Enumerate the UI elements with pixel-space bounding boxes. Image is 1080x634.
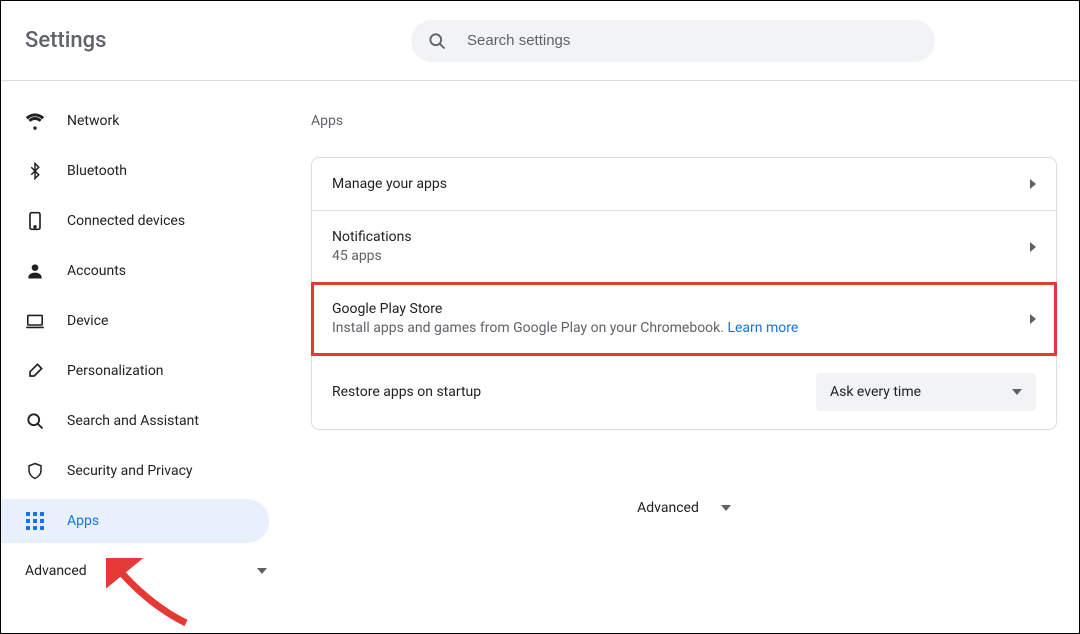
restore-apps-select[interactable]: Ask every time [816,373,1036,411]
sidebar-item-label: Network [67,113,119,129]
sidebar-item-label: Accounts [67,263,126,279]
section-title: Apps [311,113,1057,129]
sidebar-item-label: Bluetooth [67,163,127,179]
row-title: Notifications [332,229,1030,245]
brush-icon [25,361,45,381]
search-box[interactable] [411,20,935,62]
search-icon [427,31,447,51]
row-title: Restore apps on startup [332,384,816,400]
main-advanced-toggle[interactable]: Advanced [311,500,1057,516]
apps-icon [25,511,45,531]
chevron-down-icon [721,505,731,511]
page-title: Settings [25,28,106,53]
sidebar-item-label: Connected devices [67,213,185,229]
main-content: Apps Manage your apps Notifications 45 a… [281,81,1079,633]
sidebar-item-security-privacy[interactable]: Security and Privacy [1,449,281,493]
wifi-icon [25,111,45,131]
learn-more-link[interactable]: Learn more [727,320,798,336]
sidebar-item-device[interactable]: Device [1,299,281,343]
row-restore-apps: Restore apps on startup Ask every time [312,355,1056,429]
sidebar-item-label: Device [67,313,108,329]
row-notifications[interactable]: Notifications 45 apps [312,211,1056,283]
sidebar-advanced-toggle[interactable]: Advanced [1,549,281,593]
phone-icon [25,211,45,231]
advanced-label: Advanced [25,563,87,579]
bluetooth-icon [25,161,45,181]
row-subtitle: 45 apps [332,248,1030,264]
sidebar-item-search-assistant[interactable]: Search and Assistant [1,399,281,443]
sidebar-item-bluetooth[interactable]: Bluetooth [1,149,281,193]
chevron-right-icon [1030,179,1036,189]
sidebar-item-apps[interactable]: Apps [1,499,269,543]
sidebar-item-network[interactable]: Network [1,99,281,143]
sidebar: Network Bluetooth Connected devices Acco… [1,81,281,633]
sidebar-item-connected-devices[interactable]: Connected devices [1,199,281,243]
chevron-down-icon [257,568,267,574]
sidebar-item-personalization[interactable]: Personalization [1,349,281,393]
sidebar-item-label: Search and Assistant [67,413,199,429]
chevron-down-icon [1012,389,1022,395]
header: Settings [1,1,1079,81]
sidebar-item-label: Apps [67,513,99,529]
select-value: Ask every time [830,384,921,400]
row-subtitle: Install apps and games from Google Play … [332,320,1030,336]
chevron-right-icon [1030,242,1036,252]
row-title: Manage your apps [332,176,1030,192]
chevron-right-icon [1030,314,1036,324]
shield-icon [25,461,45,481]
search-input[interactable] [467,32,919,49]
search-icon [25,411,45,431]
settings-card: Manage your apps Notifications 45 apps G… [311,157,1057,430]
row-title: Google Play Store [332,301,1030,317]
sidebar-item-label: Personalization [67,363,164,379]
sidebar-item-label: Security and Privacy [67,463,193,479]
row-manage-apps[interactable]: Manage your apps [312,158,1056,211]
person-icon [25,261,45,281]
laptop-icon [25,311,45,331]
advanced-label: Advanced [637,500,699,516]
sidebar-item-accounts[interactable]: Accounts [1,249,281,293]
row-google-play-store[interactable]: Google Play Store Install apps and games… [312,283,1056,355]
